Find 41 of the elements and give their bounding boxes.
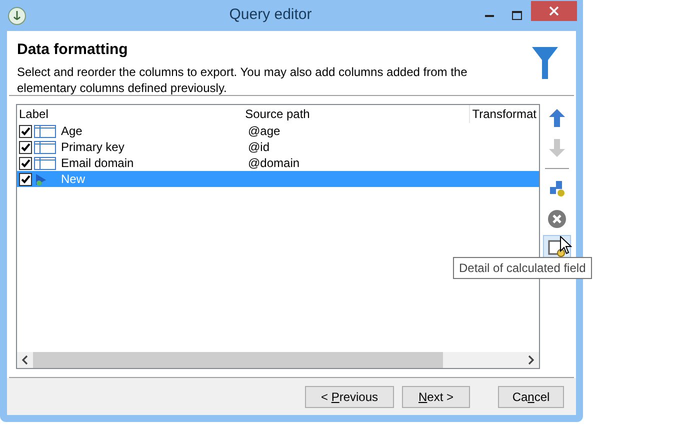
app-logo-icon	[8, 6, 26, 24]
column-header[interactable]: Label	[17, 105, 244, 123]
window-title: Query editor	[228, 5, 313, 26]
wizard-button[interactable]: Cancel	[498, 386, 564, 408]
column-header[interactable]: Source path	[243, 105, 470, 123]
checkbox[interactable]	[19, 172, 32, 186]
add-field-icon	[549, 181, 565, 197]
horizontal-scrollbar[interactable]	[17, 352, 539, 368]
column-header[interactable]: Transformat	[469, 105, 539, 123]
row-label: Primary key	[61, 139, 124, 156]
table-row[interactable]: Age @age	[17, 123, 539, 139]
table-row[interactable]: Email domain @domain	[17, 155, 539, 171]
delete-icon	[548, 210, 566, 228]
arrow-down-icon	[549, 139, 565, 157]
maximize-icon	[512, 11, 522, 20]
checkbox[interactable]	[19, 140, 32, 154]
table-row[interactable]: Primary key @id	[17, 139, 539, 155]
row-label: New	[61, 171, 86, 188]
row-label: Email domain	[61, 155, 134, 172]
column-icon	[34, 124, 56, 138]
source-path: @age	[248, 123, 280, 140]
mouse-cursor-icon	[560, 236, 572, 255]
wizard-button[interactable]: Next >	[402, 386, 470, 408]
minimize-icon	[484, 14, 494, 17]
close-icon	[549, 6, 559, 16]
arrow-up-icon	[549, 109, 565, 127]
tooltip: Detail of calculated field	[453, 257, 592, 279]
calculated-field-icon	[34, 172, 47, 186]
column-icon	[34, 156, 56, 170]
close-button[interactable]	[531, 0, 577, 20]
scrollbar-thumb[interactable]	[33, 352, 443, 368]
source-path: @domain	[248, 155, 300, 172]
wizard-button[interactable]: < Previous	[305, 386, 394, 408]
row-label: Age	[61, 123, 82, 140]
column-icon	[34, 140, 56, 154]
checkbox[interactable]	[19, 124, 32, 138]
filter-icon	[532, 47, 558, 79]
section-title: Data formatting	[17, 40, 129, 60]
source-path: @id	[248, 139, 270, 156]
section-description: Select and reorder the columns to export. You may also add columns added from the elementary columns defined previously.	[17, 64, 468, 96]
checkbox[interactable]	[19, 156, 32, 170]
